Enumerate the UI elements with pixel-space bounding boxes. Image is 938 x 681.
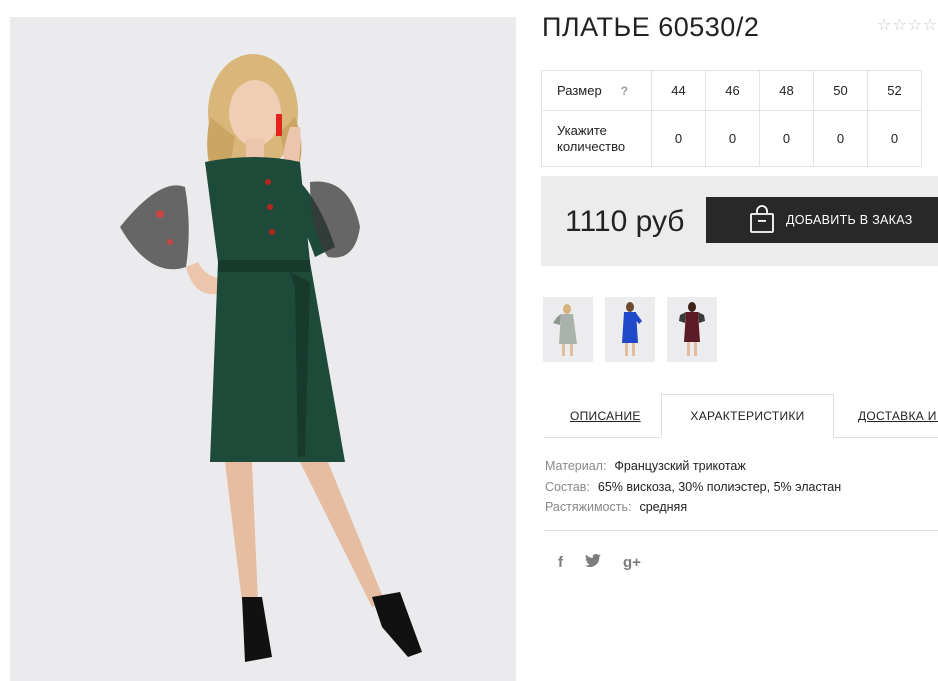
quantity-cell[interactable] [867,110,922,167]
product-title: ПЛАТЬЕ 60530/2 [542,12,760,42]
spec-label: Растяжимость: [545,500,632,514]
star-icon[interactable]: ☆ [908,17,922,35]
spec-material: Материал: Французский трикотаж [545,456,841,477]
price-box: 1110 руб ДОБАВИТЬ В ЗАКАЗ [541,176,938,266]
twitter-icon[interactable] [585,553,601,573]
social-share: f g+ [558,553,641,573]
add-to-order-label: ДОБАВИТЬ В ЗАКАЗ [786,213,913,227]
spec-composition: Состав: 65% вискоза, 30% полиэстер, 5% эл… [545,477,841,498]
add-to-order-button[interactable]: ДОБАВИТЬ В ЗАКАЗ [706,197,938,243]
quantity-label: Укажите количество [541,110,652,167]
quantity-row: Укажите количество [541,110,922,167]
quantity-input-52[interactable] [874,131,915,146]
thumbnail-burgundy[interactable] [667,297,717,362]
size-cell: 46 [705,70,760,111]
quantity-input-44[interactable] [658,131,699,146]
spec-label: Состав: [545,479,590,494]
size-cell: 50 [813,70,868,111]
size-label: Размер [557,83,602,98]
tab-description[interactable]: ОПИСАНИЕ [570,394,641,438]
size-row: Размер? 44 46 48 50 52 [541,70,922,111]
facebook-icon[interactable]: f [558,553,563,573]
spec-value: средняя [639,500,688,514]
star-icon[interactable]: ☆ [923,17,937,35]
tab-characteristics[interactable]: ХАРАКТЕРИСТИКИ [661,394,834,438]
rating-stars[interactable]: ☆ ☆ ☆ ☆ [877,17,937,35]
spec-label: Материал: [545,459,607,473]
product-tabs: ОПИСАНИЕ ХАРАКТЕРИСТИКИ ДОСТАВКА И ОПЛАТ… [544,394,938,438]
star-icon[interactable]: ☆ [892,17,906,35]
size-quantity-table: Размер? 44 46 48 50 52 Укажите количеств… [541,70,922,167]
thumbnail-grey[interactable] [543,297,593,362]
size-label-cell: Размер? [541,70,652,111]
specs-list: Материал: Французский трикотаж Состав: 65%… [545,456,841,518]
quantity-input-50[interactable] [820,131,861,146]
help-icon[interactable]: ? [621,84,628,98]
shopping-bag-icon [749,204,775,237]
quantity-cell[interactable] [759,110,814,167]
main-product-photo[interactable] [10,17,516,681]
spec-value: Французский трикотаж [614,459,746,473]
spec-stretch: Растяжимость: средняя [545,497,841,518]
size-cell: 44 [651,70,706,111]
section-divider [544,530,938,531]
price: 1110 руб [565,205,685,238]
quantity-input-48[interactable] [766,131,807,146]
thumbnail-blue[interactable] [605,297,655,362]
spec-value: 65% вискоза, 30% полиэстер, 5% эластан [597,479,842,494]
tab-delivery[interactable]: ДОСТАВКА И ОПЛАТА [858,394,938,438]
googleplus-icon[interactable]: g+ [623,553,641,573]
quantity-input-46[interactable] [712,131,753,146]
quantity-cell[interactable] [813,110,868,167]
quantity-cell[interactable] [651,110,706,167]
star-icon[interactable]: ☆ [877,17,891,35]
size-cell: 52 [867,70,922,111]
quantity-cell[interactable] [705,110,760,167]
tabs-clip: ОПИСАНИЕ ХАРАКТЕРИСТИКИ ДОСТАВКА И ОПЛАТ… [544,394,938,438]
size-cell: 48 [759,70,814,111]
